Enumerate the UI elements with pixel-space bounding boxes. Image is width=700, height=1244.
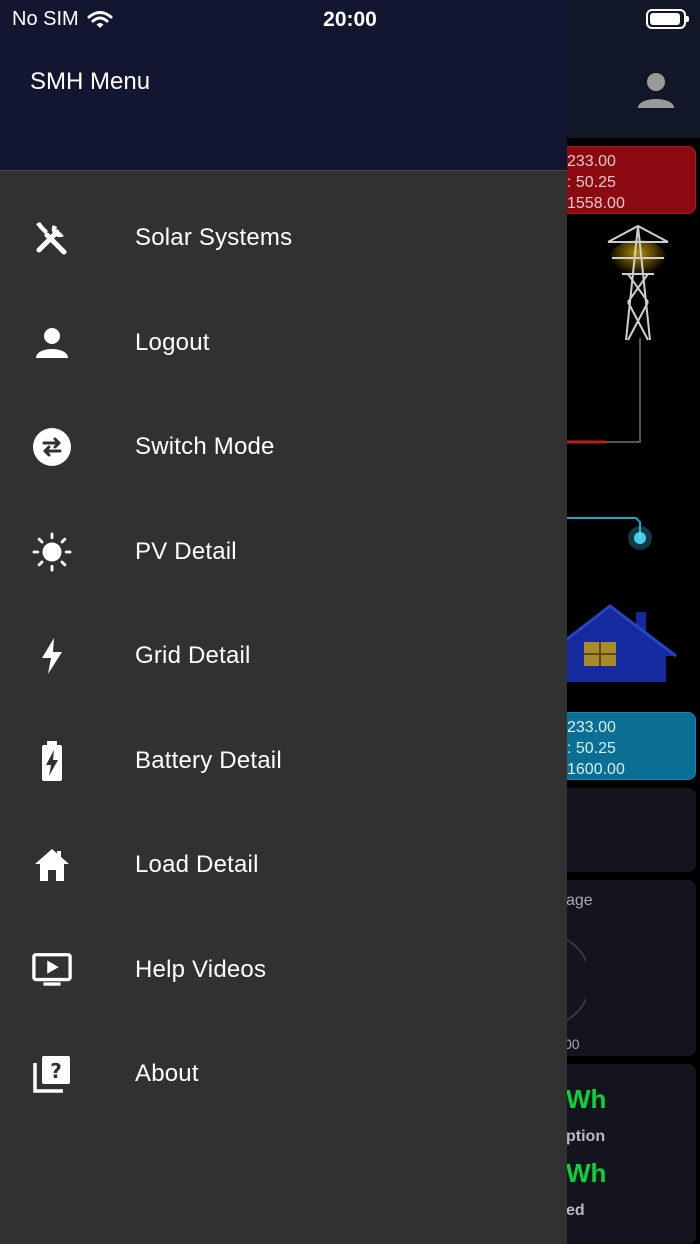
menu-label: Switch Mode — [135, 433, 275, 461]
menu-label: Solar Systems — [135, 224, 293, 252]
grid-power: 1558.00 — [567, 195, 625, 212]
tools-icon — [32, 218, 72, 258]
menu-label: PV Detail — [135, 537, 237, 565]
energy-label-1: ption — [566, 1128, 606, 1145]
energy-label-2: ed — [566, 1202, 585, 1219]
menu-label: Battery Detail — [135, 746, 282, 774]
side-drawer: SMH Menu Solar Systems Logout Switch Mod… — [0, 0, 567, 1244]
menu-label: Load Detail — [135, 851, 259, 879]
bg-card-1 — [546, 788, 696, 872]
account-icon[interactable] — [636, 70, 676, 110]
menu-item-pv-detail[interactable]: PV Detail — [0, 500, 567, 605]
menu-label: Help Videos — [135, 955, 267, 983]
menu-label: Logout — [135, 328, 210, 356]
menu-item-load-detail[interactable]: Load Detail — [0, 813, 567, 918]
menu-label: Grid Detail — [135, 642, 251, 670]
energy-value-2: Wh — [566, 1158, 607, 1188]
svg-text:?: ? — [50, 1059, 62, 1083]
person-icon — [32, 323, 72, 363]
load-frequency: : 50.25 — [567, 740, 616, 757]
menu-item-help-videos[interactable]: Help Videos — [0, 918, 567, 1023]
home-icon — [32, 845, 72, 885]
load-info-box: 233.00 : 50.25 1600.00 — [546, 712, 696, 780]
battery-charging-icon — [32, 740, 72, 781]
sun-icon — [32, 532, 72, 572]
load-power: 1600.00 — [567, 761, 625, 778]
menu-item-logout[interactable]: Logout — [0, 291, 567, 396]
status-bar: No SIM 20:00 — [0, 0, 700, 40]
bg-card-3: Wh ption Wh ed — [546, 1064, 696, 1244]
grid-frequency: : 50.25 — [567, 174, 616, 191]
bg-card-2: age 00 — [546, 880, 696, 1056]
status-time: 20:00 — [323, 8, 377, 31]
card-label: age — [566, 892, 593, 909]
drawer-title: SMH Menu — [30, 68, 151, 95]
bolt-icon — [32, 636, 72, 676]
grid-voltage: 233.00 — [567, 153, 616, 170]
menu-item-about[interactable]: ? About — [0, 1022, 567, 1127]
video-icon — [32, 950, 72, 990]
menu-item-switch-mode[interactable]: Switch Mode — [0, 395, 567, 500]
house-icon — [566, 604, 677, 682]
menu-label: About — [135, 1060, 199, 1088]
menu-item-solar-systems[interactable]: Solar Systems — [0, 186, 567, 291]
help-library-icon: ? — [32, 1054, 72, 1094]
drawer-menu: Solar Systems Logout Switch Mode PV Deta… — [0, 186, 567, 1127]
switch-icon — [32, 427, 72, 467]
grid-info-box: 233.00 : 50.25 1558.00 — [546, 146, 696, 214]
menu-item-grid-detail[interactable]: Grid Detail — [0, 604, 567, 709]
menu-item-battery-detail[interactable]: Battery Detail — [0, 709, 567, 814]
grid-pylon-icon — [607, 224, 669, 341]
energy-value-1: Wh — [566, 1084, 607, 1114]
battery-status-icon — [646, 9, 689, 29]
power-flow-lines — [566, 338, 652, 550]
load-voltage: 233.00 — [567, 719, 616, 736]
